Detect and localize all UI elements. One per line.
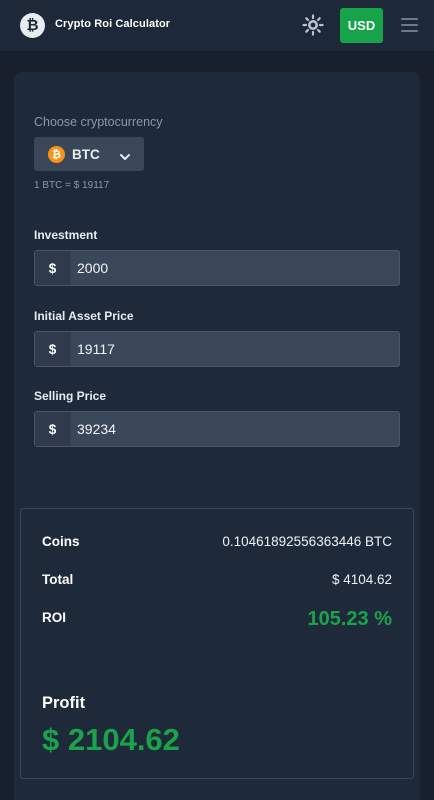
hamburger-menu-icon[interactable] xyxy=(401,18,418,32)
menu-line xyxy=(401,18,418,20)
investment-label: Investment xyxy=(34,228,98,242)
coins-value: 0.10461892556363446 BTC xyxy=(222,534,392,549)
investment-field[interactable]: $ 2000 xyxy=(34,250,400,286)
sun-icon[interactable] xyxy=(302,14,324,36)
crypto-select-dropdown[interactable]: ₿ BTC xyxy=(34,137,144,171)
roi-value: 105.23 % xyxy=(307,608,392,630)
choose-crypto-label: Choose cryptocurrency xyxy=(34,115,163,129)
chevron-down-icon xyxy=(119,149,131,160)
initial-price-input[interactable]: 19117 xyxy=(77,341,115,357)
dollar-prefix: $ xyxy=(35,412,71,446)
menu-line xyxy=(401,30,418,32)
selling-price-input[interactable]: 39234 xyxy=(77,421,116,437)
menu-line xyxy=(401,24,418,26)
coins-label: Coins xyxy=(42,534,80,549)
selling-price-label: Selling Price xyxy=(34,389,107,403)
app-header: ₿ Crypto Roi Calculator USD xyxy=(0,0,434,52)
dollar-prefix: $ xyxy=(35,332,71,366)
exchange-rate-text: 1 BTC = $ 19117 xyxy=(34,180,110,191)
results-panel: Coins 0.10461892556363446 BTC Total $ 41… xyxy=(20,508,414,779)
total-value: $ 4104.62 xyxy=(331,572,392,587)
btc-coin-icon: ₿ xyxy=(48,146,65,163)
app-title: Crypto Roi Calculator xyxy=(55,18,171,30)
dollar-prefix: $ xyxy=(35,251,71,285)
initial-price-field[interactable]: $ 19117 xyxy=(34,331,400,367)
initial-price-label: Initial Asset Price xyxy=(34,309,134,323)
currency-button[interactable]: USD xyxy=(340,8,383,43)
selling-price-field[interactable]: $ 39234 xyxy=(34,411,400,447)
roi-label: ROI xyxy=(42,610,67,625)
profit-label: Profit xyxy=(42,694,86,712)
profit-value: $ 2104.62 xyxy=(42,722,180,757)
selected-crypto-label: BTC xyxy=(72,147,100,162)
total-label: Total xyxy=(42,572,74,587)
investment-input[interactable]: 2000 xyxy=(77,260,108,276)
bitcoin-logo-icon: ₿ xyxy=(20,13,45,38)
